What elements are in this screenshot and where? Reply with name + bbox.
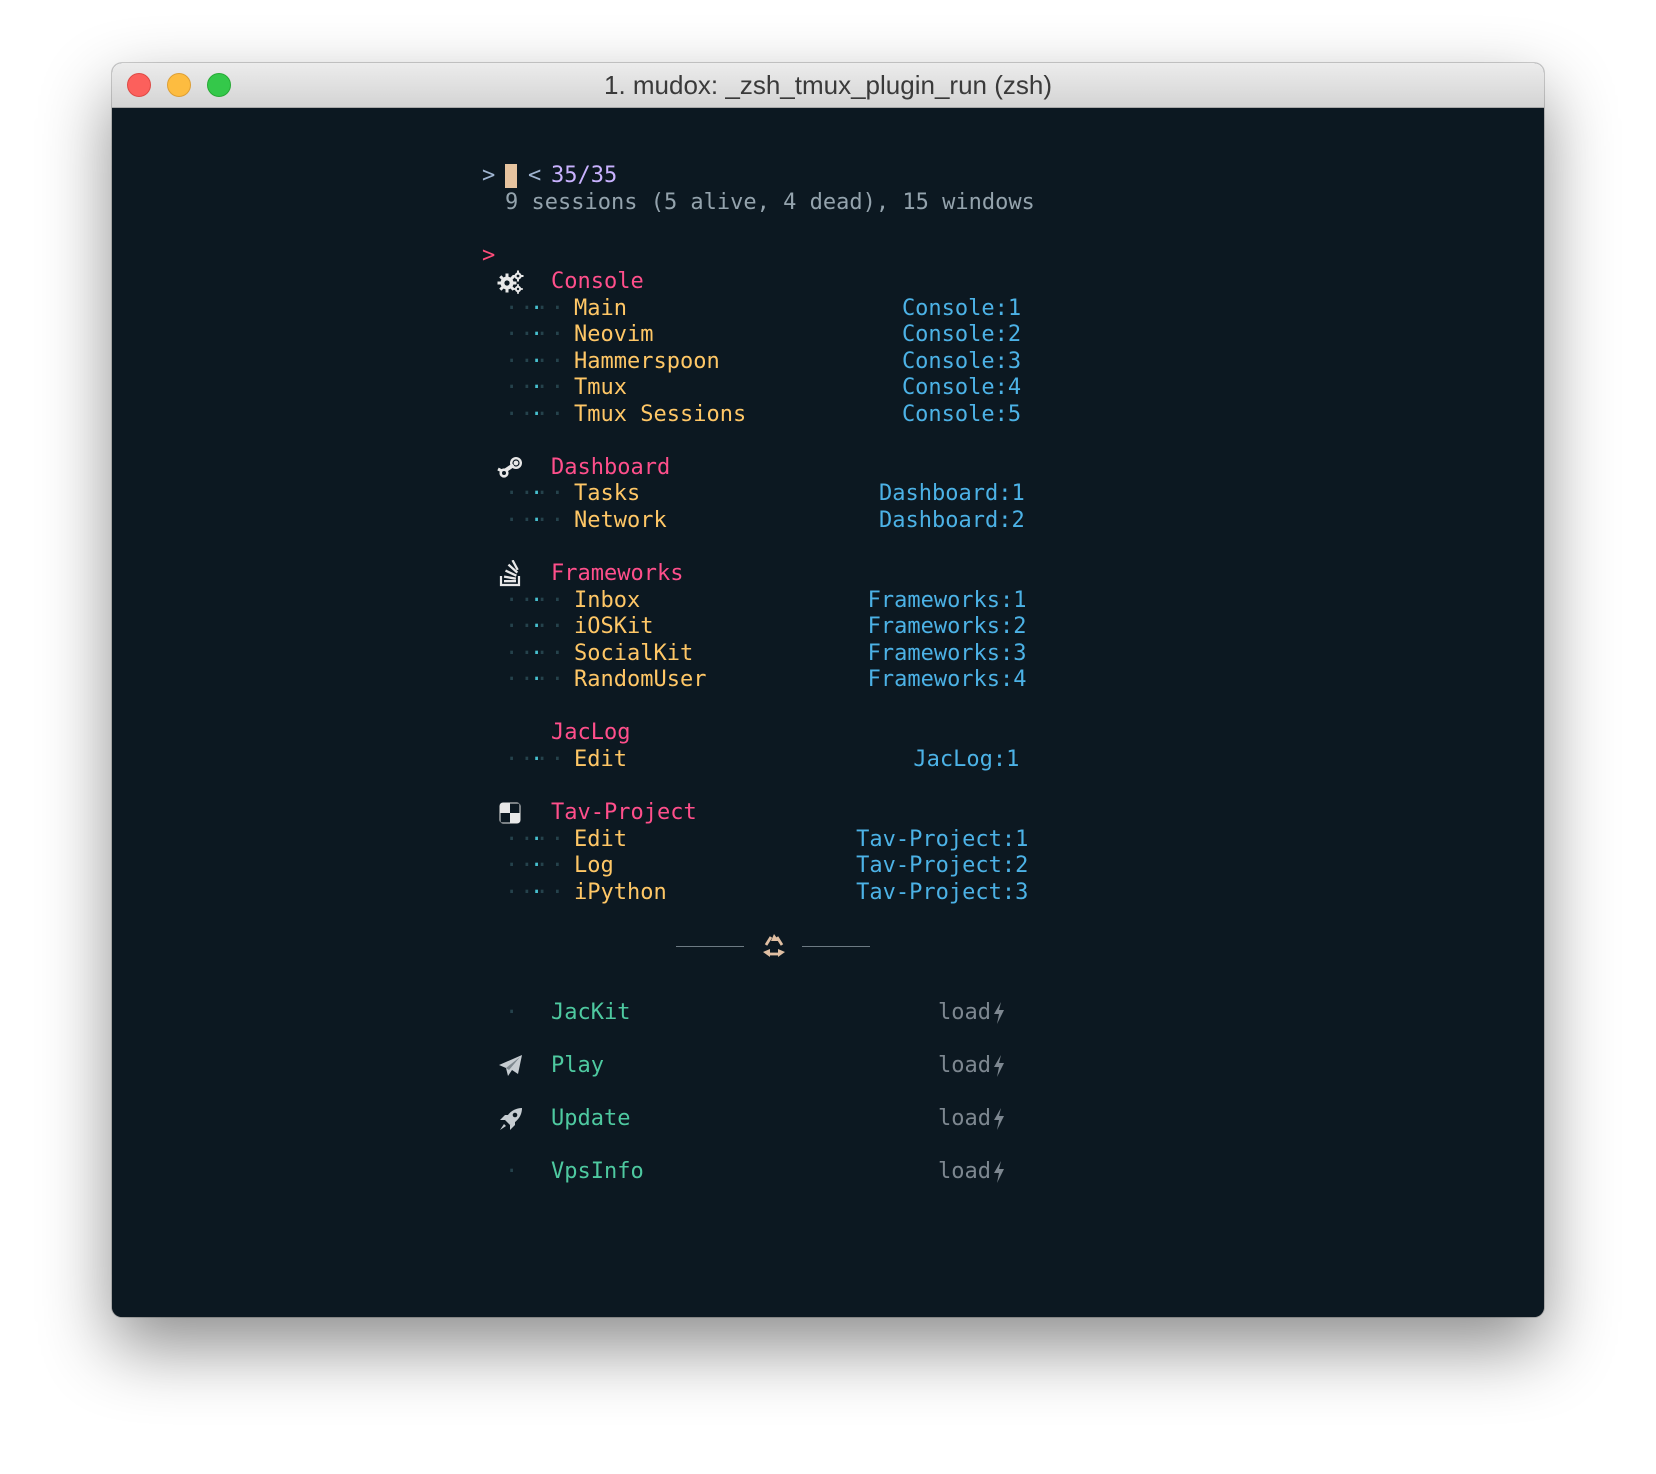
window-title: 1. mudox: _zsh_tmux_plugin_run (zsh): [603, 70, 1052, 100]
window-bullet: ·: [530, 640, 544, 666]
bolt-icon: [992, 1107, 1006, 1130]
window-bullet: ·: [530, 587, 544, 613]
window-name[interactable]: Main: [574, 295, 627, 323]
session-name[interactable]: Console: [551, 268, 644, 296]
window-name[interactable]: Tmux Sessions: [574, 401, 746, 429]
rocket-icon: [497, 1105, 525, 1133]
bolt-icon: [992, 1160, 1006, 1183]
separator-line: [676, 945, 744, 947]
window-bullet: ·: [530, 322, 544, 348]
input-cursor[interactable]: [505, 164, 517, 188]
placeholder-dot: ·: [505, 999, 521, 1025]
window-name[interactable]: iPython: [574, 879, 667, 907]
selection-pointer: >: [482, 243, 496, 268]
session-name[interactable]: Tav-Project: [551, 799, 697, 827]
recycle-icon: [760, 932, 788, 960]
window-name[interactable]: iOSKit: [574, 613, 653, 641]
bolt-icon: [992, 1001, 1006, 1024]
window-target[interactable]: Tav-Project:3: [856, 879, 1028, 907]
terminal-content[interactable]: > < 35/35 9 sessions (5 alive, 4 dead), …: [112, 108, 1544, 1317]
window-bullet: ·: [530, 614, 544, 640]
gears-icon: [497, 268, 525, 296]
placeholder-dot: ·: [505, 1158, 521, 1184]
dead-session-name[interactable]: Update: [551, 1105, 630, 1133]
window-name[interactable]: RandomUser: [574, 666, 706, 694]
session-name[interactable]: Dashboard: [551, 454, 670, 482]
match-count: 35/35: [551, 163, 618, 188]
window-name[interactable]: Tmux: [574, 374, 627, 402]
window-bullet: ·: [530, 746, 544, 772]
count-prefix: <: [528, 163, 542, 188]
window-bullet: ·: [530, 375, 544, 401]
window-name[interactable]: Edit: [574, 826, 627, 854]
session-name[interactable]: Frameworks: [551, 560, 683, 588]
load-action[interactable]: load: [938, 999, 991, 1027]
steam-icon: [497, 454, 525, 482]
window-target[interactable]: Frameworks:4: [868, 666, 1027, 694]
dead-session-name[interactable]: JacKit: [551, 999, 630, 1027]
paper-plane-icon: [497, 1052, 525, 1080]
window-name[interactable]: SocialKit: [574, 640, 693, 668]
stack-overflow-icon: [497, 559, 525, 588]
window-target[interactable]: Tav-Project:1: [856, 826, 1028, 854]
window-bullet: ·: [530, 667, 544, 693]
window-target[interactable]: Frameworks:3: [868, 640, 1027, 668]
title-bar: 1. mudox: _zsh_tmux_plugin_run (zsh): [112, 63, 1544, 108]
window-target[interactable]: Frameworks:2: [868, 613, 1027, 641]
window-bullet: ·: [530, 507, 544, 533]
terminal-window: 1. mudox: _zsh_tmux_plugin_run (zsh) > <…: [112, 63, 1544, 1317]
window-target[interactable]: Dashboard:2: [879, 507, 1025, 535]
bolt-icon: [992, 1054, 1006, 1077]
window-bullet: ·: [530, 348, 544, 374]
window-target[interactable]: Dashboard:1: [879, 480, 1025, 508]
separator-line: [802, 945, 870, 947]
window-name[interactable]: Log: [574, 852, 614, 880]
window-target[interactable]: Console:2: [902, 321, 1021, 349]
window-target[interactable]: Tav-Project:2: [856, 852, 1028, 880]
window-target[interactable]: JacLog:1: [913, 746, 1019, 774]
window-target[interactable]: Frameworks:1: [868, 587, 1027, 615]
load-action[interactable]: load: [938, 1105, 991, 1133]
window-name[interactable]: Hammerspoon: [574, 348, 720, 376]
dead-session-name[interactable]: VpsInfo: [551, 1158, 644, 1186]
window-target[interactable]: Console:3: [902, 348, 1021, 376]
window-name[interactable]: Edit: [574, 746, 627, 774]
load-action[interactable]: load: [938, 1158, 991, 1186]
window-target[interactable]: Console:5: [902, 401, 1021, 429]
window-name[interactable]: Neovim: [574, 321, 653, 349]
session-summary: 9 sessions (5 alive, 4 dead), 15 windows: [505, 190, 1035, 215]
prompt-symbol: >: [482, 163, 496, 188]
dead-session-name[interactable]: Play: [551, 1052, 604, 1080]
window-bullet: ·: [530, 481, 544, 507]
session-name[interactable]: JacLog: [551, 719, 630, 747]
window-bullet: ·: [530, 826, 544, 852]
window-bullet: ·: [530, 879, 544, 905]
checker-icon: [497, 799, 525, 827]
window-bullet: ·: [530, 853, 544, 879]
window-name[interactable]: Tasks: [574, 480, 640, 508]
window-name[interactable]: Inbox: [574, 587, 640, 615]
window-target[interactable]: Console:4: [902, 374, 1021, 402]
load-action[interactable]: load: [938, 1052, 991, 1080]
window-bullet: ·: [530, 401, 544, 427]
window-target[interactable]: Console:1: [902, 295, 1021, 323]
window-bullet: ·: [530, 295, 544, 321]
window-name[interactable]: Network: [574, 507, 667, 535]
